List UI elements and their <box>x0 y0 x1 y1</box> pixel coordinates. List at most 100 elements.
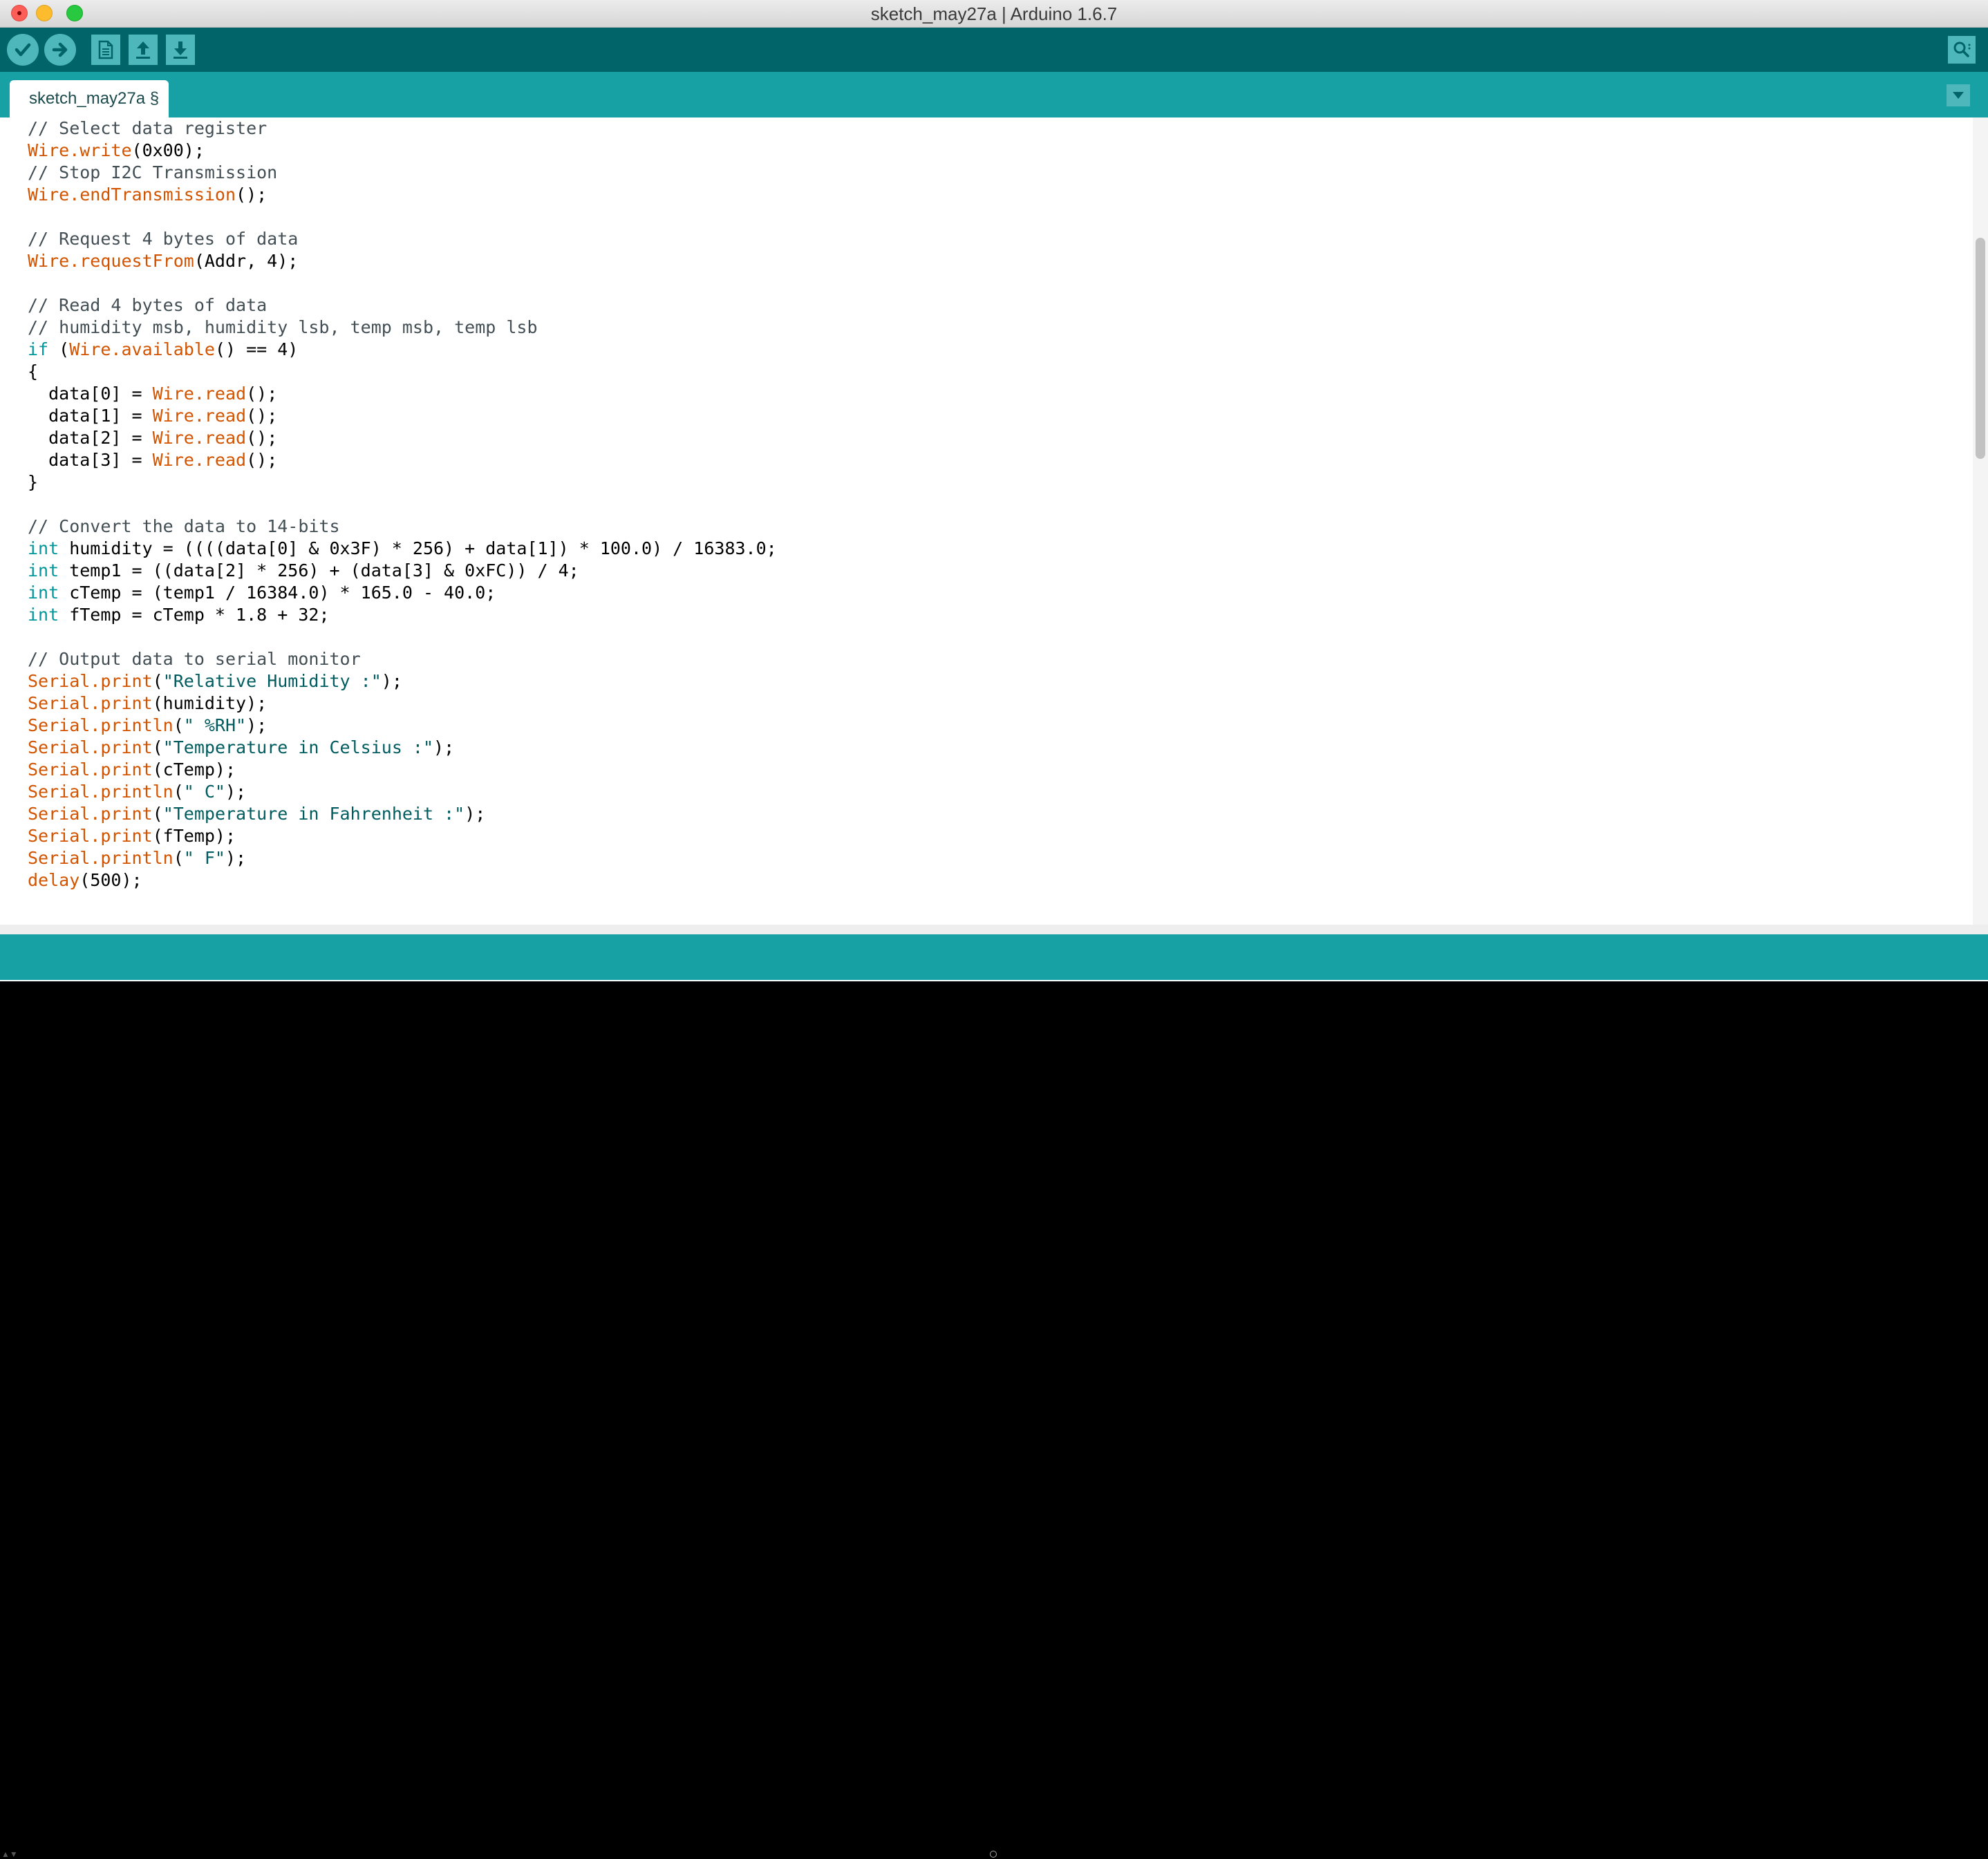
code-token: (Addr, 4); <box>194 251 299 271</box>
code-line: // Read 4 bytes of data <box>28 294 777 317</box>
checkmark-icon <box>15 43 31 57</box>
code-line: Serial.print("Temperature in Fahrenheit … <box>28 803 777 825</box>
code-token: "Temperature in Fahrenheit :" <box>162 804 465 824</box>
code-token: ); <box>465 804 486 824</box>
status-bar <box>0 934 1988 980</box>
code-line: Serial.print(humidity); <box>28 692 777 715</box>
arduino-ide-window: sketch_may27a | Arduino 1.6.7 sketch_may… <box>0 0 1988 1859</box>
editor-console-divider[interactable]: ▲▼ <box>0 925 1988 1859</box>
code-line: // Request 4 bytes of data <box>28 228 777 250</box>
code-token: " C" <box>183 782 225 802</box>
code-token: fTemp = cTemp * 1.8 + 32; <box>59 605 330 625</box>
code-line: // Convert the data to 14-bits <box>28 516 777 538</box>
code-token: // humidity msb, humidity lsb, temp msb,… <box>28 317 538 337</box>
code-token: (humidity); <box>152 693 268 713</box>
code-token: (); <box>246 428 278 448</box>
code-token: int <box>28 605 59 625</box>
upload-button[interactable] <box>44 34 76 66</box>
code-token: delay <box>28 870 80 890</box>
code-line: Wire.write(0x00); <box>28 140 777 162</box>
split-arrows-icon[interactable]: ▲▼ <box>1 1849 18 1859</box>
toolbar <box>0 28 1988 72</box>
tab-sketch-may27a[interactable]: sketch_may27a § <box>10 80 169 117</box>
code-line: Wire.endTransmission(); <box>28 184 777 206</box>
code-token: Wire.read <box>152 406 247 426</box>
code-token: if <box>28 339 49 359</box>
scrollbar-thumb[interactable] <box>1976 238 1985 459</box>
code-token: ( <box>152 671 163 691</box>
code-line: // Select data register <box>28 117 777 140</box>
tab-menu-button[interactable] <box>1947 84 1970 106</box>
code-token: Wire.available <box>69 339 215 359</box>
code-line: if (Wire.available() == 4) <box>28 339 777 361</box>
code-token: { <box>28 361 39 381</box>
save-button[interactable] <box>166 35 195 65</box>
code-token: ); <box>225 782 247 802</box>
code-text: // Select data register Wire.write(0x00);… <box>28 117 777 891</box>
code-line: Serial.println(" C"); <box>28 781 777 803</box>
magnifier-icon <box>1953 41 1971 57</box>
tab-label: sketch_may27a § <box>29 89 160 108</box>
code-token: int <box>28 583 59 603</box>
code-line: // Output data to serial monitor <box>28 648 777 670</box>
code-token: ( <box>173 715 184 735</box>
code-line: Serial.println(" F"); <box>28 847 777 869</box>
code-token: ( <box>173 848 184 868</box>
code-token: ); <box>225 848 247 868</box>
code-line: int fTemp = cTemp * 1.8 + 32; <box>28 604 777 626</box>
code-line: int temp1 = ((data[2] * 256) + (data[3] … <box>28 560 777 582</box>
code-token: // Stop I2C Transmission <box>28 162 278 182</box>
code-token: cTemp = (temp1 / 16384.0) * 165.0 - 40.0… <box>59 583 496 603</box>
code-line: data[3] = Wire.read(); <box>28 449 777 471</box>
code-line: } <box>28 471 777 493</box>
tab-bar: sketch_may27a § <box>0 72 1988 117</box>
code-token: ); <box>381 671 402 691</box>
code-token: ); <box>246 715 268 735</box>
code-line: // humidity msb, humidity lsb, temp msb,… <box>28 317 777 339</box>
code-token: (); <box>236 185 268 205</box>
code-token: (); <box>246 384 278 404</box>
code-line: Serial.print(fTemp); <box>28 825 777 847</box>
code-token: (cTemp); <box>152 759 236 780</box>
code-token: Serial.print <box>28 826 153 846</box>
code-token: Serial.print <box>28 737 153 757</box>
code-token: // Read 4 bytes of data <box>28 295 268 315</box>
code-token: temp1 = ((data[2] * 256) + (data[3] & 0x… <box>59 560 579 581</box>
code-line: // Stop I2C Transmission <box>28 162 777 184</box>
code-token: } <box>28 472 39 492</box>
code-token: Wire.read <box>152 450 247 470</box>
code-line: int humidity = ((((data[0] & 0x3F) * 256… <box>28 538 777 560</box>
code-token: int <box>28 560 59 581</box>
code-token: (); <box>246 450 278 470</box>
code-token: Serial.print <box>28 804 153 824</box>
code-token: Wire.endTransmission <box>28 185 236 205</box>
code-editor[interactable]: // Select data register Wire.write(0x00);… <box>0 117 1988 925</box>
code-line: delay(500); <box>28 869 777 891</box>
code-line: data[1] = Wire.read(); <box>28 405 777 427</box>
code-token: "Temperature in Celsius :" <box>162 737 434 757</box>
code-line: int cTemp = (temp1 / 16384.0) * 165.0 - … <box>28 582 777 604</box>
verify-button[interactable] <box>7 34 39 66</box>
code-token: Serial.print <box>28 693 153 713</box>
code-token: (); <box>246 406 278 426</box>
document-icon <box>98 40 113 59</box>
code-token: Wire.requestFrom <box>28 251 194 271</box>
code-token: Serial.println <box>28 848 174 868</box>
arrow-up-icon <box>136 41 150 59</box>
code-token: "Relative Humidity :" <box>162 671 382 691</box>
code-token: Serial.print <box>28 759 153 780</box>
code-token: (0x00); <box>131 140 205 160</box>
open-button[interactable] <box>129 35 158 65</box>
chevron-down-icon <box>1953 92 1964 99</box>
code-token: Wire.read <box>152 384 247 404</box>
split-handle-icon[interactable] <box>990 1851 997 1858</box>
serial-monitor-button[interactable] <box>1948 36 1976 64</box>
code-line: Serial.print(cTemp); <box>28 759 777 781</box>
editor-vertical-scrollbar[interactable] <box>1973 117 1988 925</box>
new-button[interactable] <box>91 35 120 65</box>
arrow-down-icon <box>174 41 187 59</box>
